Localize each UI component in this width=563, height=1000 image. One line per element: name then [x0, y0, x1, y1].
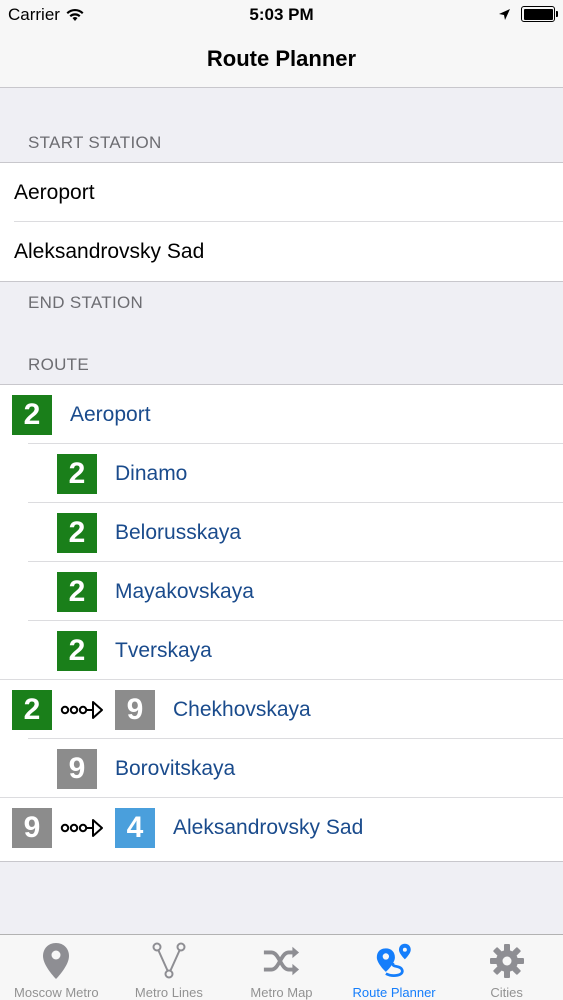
tab-label: Metro Lines	[134, 985, 203, 1000]
station-name: Tverskaya	[115, 638, 212, 662]
from-line-badge: 9	[12, 808, 52, 848]
tab-label: Route Planner	[352, 985, 436, 1000]
line-badge: 2	[57, 454, 97, 494]
status-right	[498, 6, 558, 22]
tab-bar: Moscow Metro Metro Lines Metro Map Route…	[0, 934, 563, 1000]
route-transfer-stop[interactable]: 2 9 Chekhovskaya	[0, 679, 563, 739]
route-list: 2 Aeroport 2 Dinamo 2 Belorusskaya 2 May…	[0, 384, 563, 862]
page-title: Route Planner	[206, 45, 357, 71]
line-badge: 4	[115, 808, 155, 848]
route-stop[interactable]: 2 Tverskaya	[0, 620, 563, 680]
start-station-header: START STATION	[28, 133, 162, 152]
tab-moscow-metro[interactable]: Moscow Metro	[0, 935, 113, 1000]
line-badge: 9	[115, 690, 155, 730]
tab-label: Metro Map	[250, 985, 313, 1000]
route-transfer-stop[interactable]: 9 4 Aleksandrovsky Sad	[0, 797, 563, 857]
navigation-bar: Route Planner	[0, 30, 563, 88]
tab-label: Moscow Metro	[14, 985, 99, 1000]
station-name: Aeroport	[70, 402, 151, 426]
battery-icon	[521, 6, 558, 22]
transfer-arrow-icon	[60, 819, 103, 837]
start-station-option[interactable]: Aeroport	[0, 163, 563, 222]
route-stop[interactable]: 2 Belorusskaya	[0, 502, 563, 562]
station-name: Belorusskaya	[115, 520, 242, 544]
metro-lines-icon	[150, 941, 188, 981]
line-badge: 2	[57, 513, 97, 553]
line-badge: 2	[12, 395, 52, 435]
route-stop[interactable]: 2 Aeroport	[0, 385, 563, 444]
tab-cities[interactable]: Cities	[450, 935, 563, 1000]
station-name: Aleksandrovsky Sad	[173, 815, 364, 839]
route-header: ROUTE	[28, 355, 89, 374]
start-station-option-label: Aleksandrovsky Sad	[14, 239, 205, 263]
transfer-arrow-icon	[60, 701, 103, 719]
start-station-option[interactable]: Aleksandrovsky Sad	[0, 221, 563, 281]
line-badge: 9	[57, 749, 97, 789]
route-icon	[375, 941, 413, 981]
end-station-header: END STATION	[28, 293, 144, 312]
line-badge: 2	[57, 572, 97, 612]
status-time: 5:03 PM	[249, 5, 314, 24]
route-stop[interactable]: 2 Dinamo	[0, 443, 563, 503]
location-arrow-icon	[499, 8, 510, 20]
station-name: Dinamo	[115, 461, 188, 485]
station-name: Borovitskaya	[115, 756, 236, 780]
shuffle-icon	[262, 941, 300, 981]
station-name: Mayakovskaya	[115, 579, 254, 603]
status-bar: Carrier 5:03 PM	[0, 0, 563, 30]
tab-label: Cities	[490, 985, 523, 1000]
tab-metro-lines[interactable]: Metro Lines	[113, 935, 226, 1000]
route-stop[interactable]: 9 Borovitskaya	[0, 738, 563, 798]
start-station-list: Aeroport Aleksandrovsky Sad	[0, 162, 563, 282]
station-name: Chekhovskaya	[173, 697, 311, 721]
gear-icon	[488, 941, 526, 981]
start-station-option-label: Aeroport	[14, 180, 95, 204]
line-badge: 2	[57, 631, 97, 671]
route-stop[interactable]: 2 Mayakovskaya	[0, 561, 563, 621]
tab-metro-map[interactable]: Metro Map	[225, 935, 338, 1000]
location-pin-icon	[37, 941, 75, 981]
tab-route-planner[interactable]: Route Planner	[338, 935, 451, 1000]
from-line-badge: 2	[12, 690, 52, 730]
